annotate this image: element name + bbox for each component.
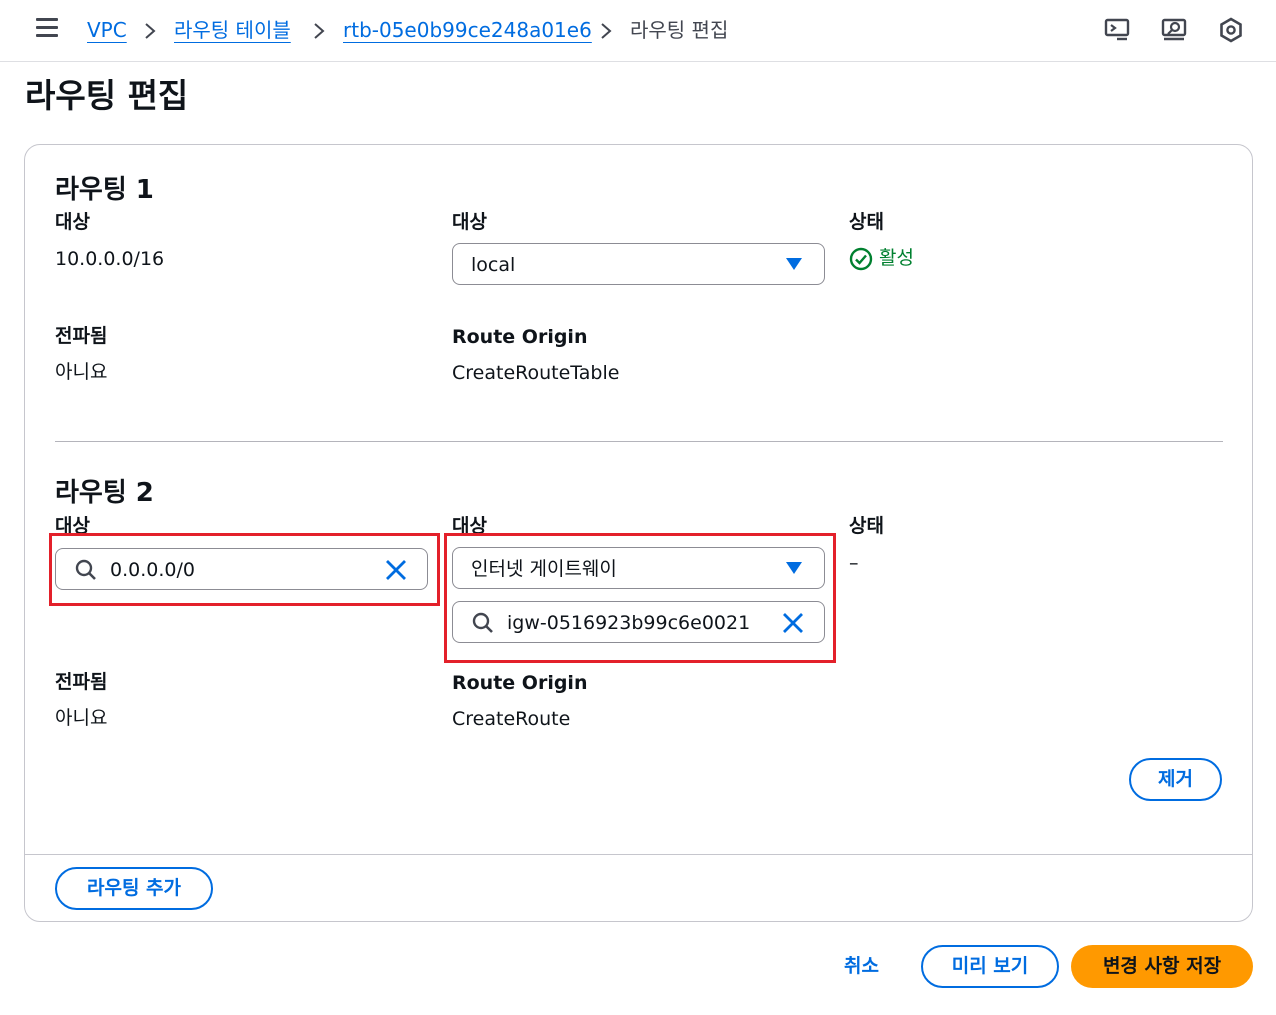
route-1-propagated-value: 아니요	[55, 361, 108, 383]
chevron-right-icon	[601, 23, 612, 39]
route-1-destination-label: 대상	[55, 211, 90, 233]
route-2-title: 라우팅 2	[55, 478, 154, 508]
highlight-box-target	[444, 533, 836, 663]
route-2-origin-label: Route Origin	[452, 672, 588, 694]
route-2-status-value: –	[849, 552, 859, 574]
preview-button[interactable]: 미리 보기	[921, 945, 1059, 988]
route-1-target-label: 대상	[452, 211, 487, 233]
breadcrumb-route-tables[interactable]: 라우팅 테이블	[174, 17, 291, 43]
route-1-status-value: 활성	[879, 247, 914, 269]
route-1-status: 활성	[849, 245, 929, 271]
add-route-button[interactable]: 라우팅 추가	[55, 867, 213, 910]
page-title: 라우팅 편집	[25, 76, 189, 115]
notifications-icon[interactable]	[1160, 16, 1188, 44]
route-2-propagated-value: 아니요	[55, 707, 108, 729]
route-1-target-select[interactable]: local	[452, 243, 825, 285]
cancel-button[interactable]: 취소	[844, 953, 879, 979]
route-2-origin-value: CreateRoute	[452, 708, 571, 730]
route-1-status-label: 상태	[849, 211, 884, 233]
caret-down-icon	[786, 258, 802, 270]
breadcrumb-current: 라우팅 편집	[630, 18, 729, 42]
save-changes-button[interactable]: 변경 사항 저장	[1071, 945, 1253, 988]
route-1-target-value: local	[471, 254, 516, 276]
route-1-destination-value: 10.0.0.0/16	[55, 248, 165, 270]
route-1-origin-value: CreateRouteTable	[452, 362, 620, 384]
chevron-right-icon	[145, 23, 156, 39]
panel-footer-divider	[25, 854, 1252, 855]
top-navigation: VPC 라우팅 테이블 rtb-05e0b99ce248a01e6 라우팅 편집	[0, 0, 1276, 62]
remove-route-button[interactable]: 제거	[1129, 758, 1222, 801]
breadcrumb-vpc[interactable]: VPC	[87, 17, 127, 43]
menu-icon[interactable]	[36, 18, 58, 38]
route-divider	[55, 441, 1223, 442]
cloudshell-icon[interactable]	[1103, 16, 1131, 44]
route-2-propagated-label: 전파됨	[55, 671, 108, 693]
highlight-box-destination	[49, 533, 440, 606]
route-2-status-label: 상태	[849, 515, 884, 537]
route-1-propagated-label: 전파됨	[55, 325, 108, 347]
chevron-right-icon	[314, 23, 325, 39]
route-1-origin-label: Route Origin	[452, 326, 588, 348]
check-circle-icon	[849, 247, 873, 271]
breadcrumb-route-table-id[interactable]: rtb-05e0b99ce248a01e6	[343, 17, 592, 43]
route-1-title: 라우팅 1	[55, 175, 154, 205]
settings-icon[interactable]	[1217, 16, 1245, 44]
